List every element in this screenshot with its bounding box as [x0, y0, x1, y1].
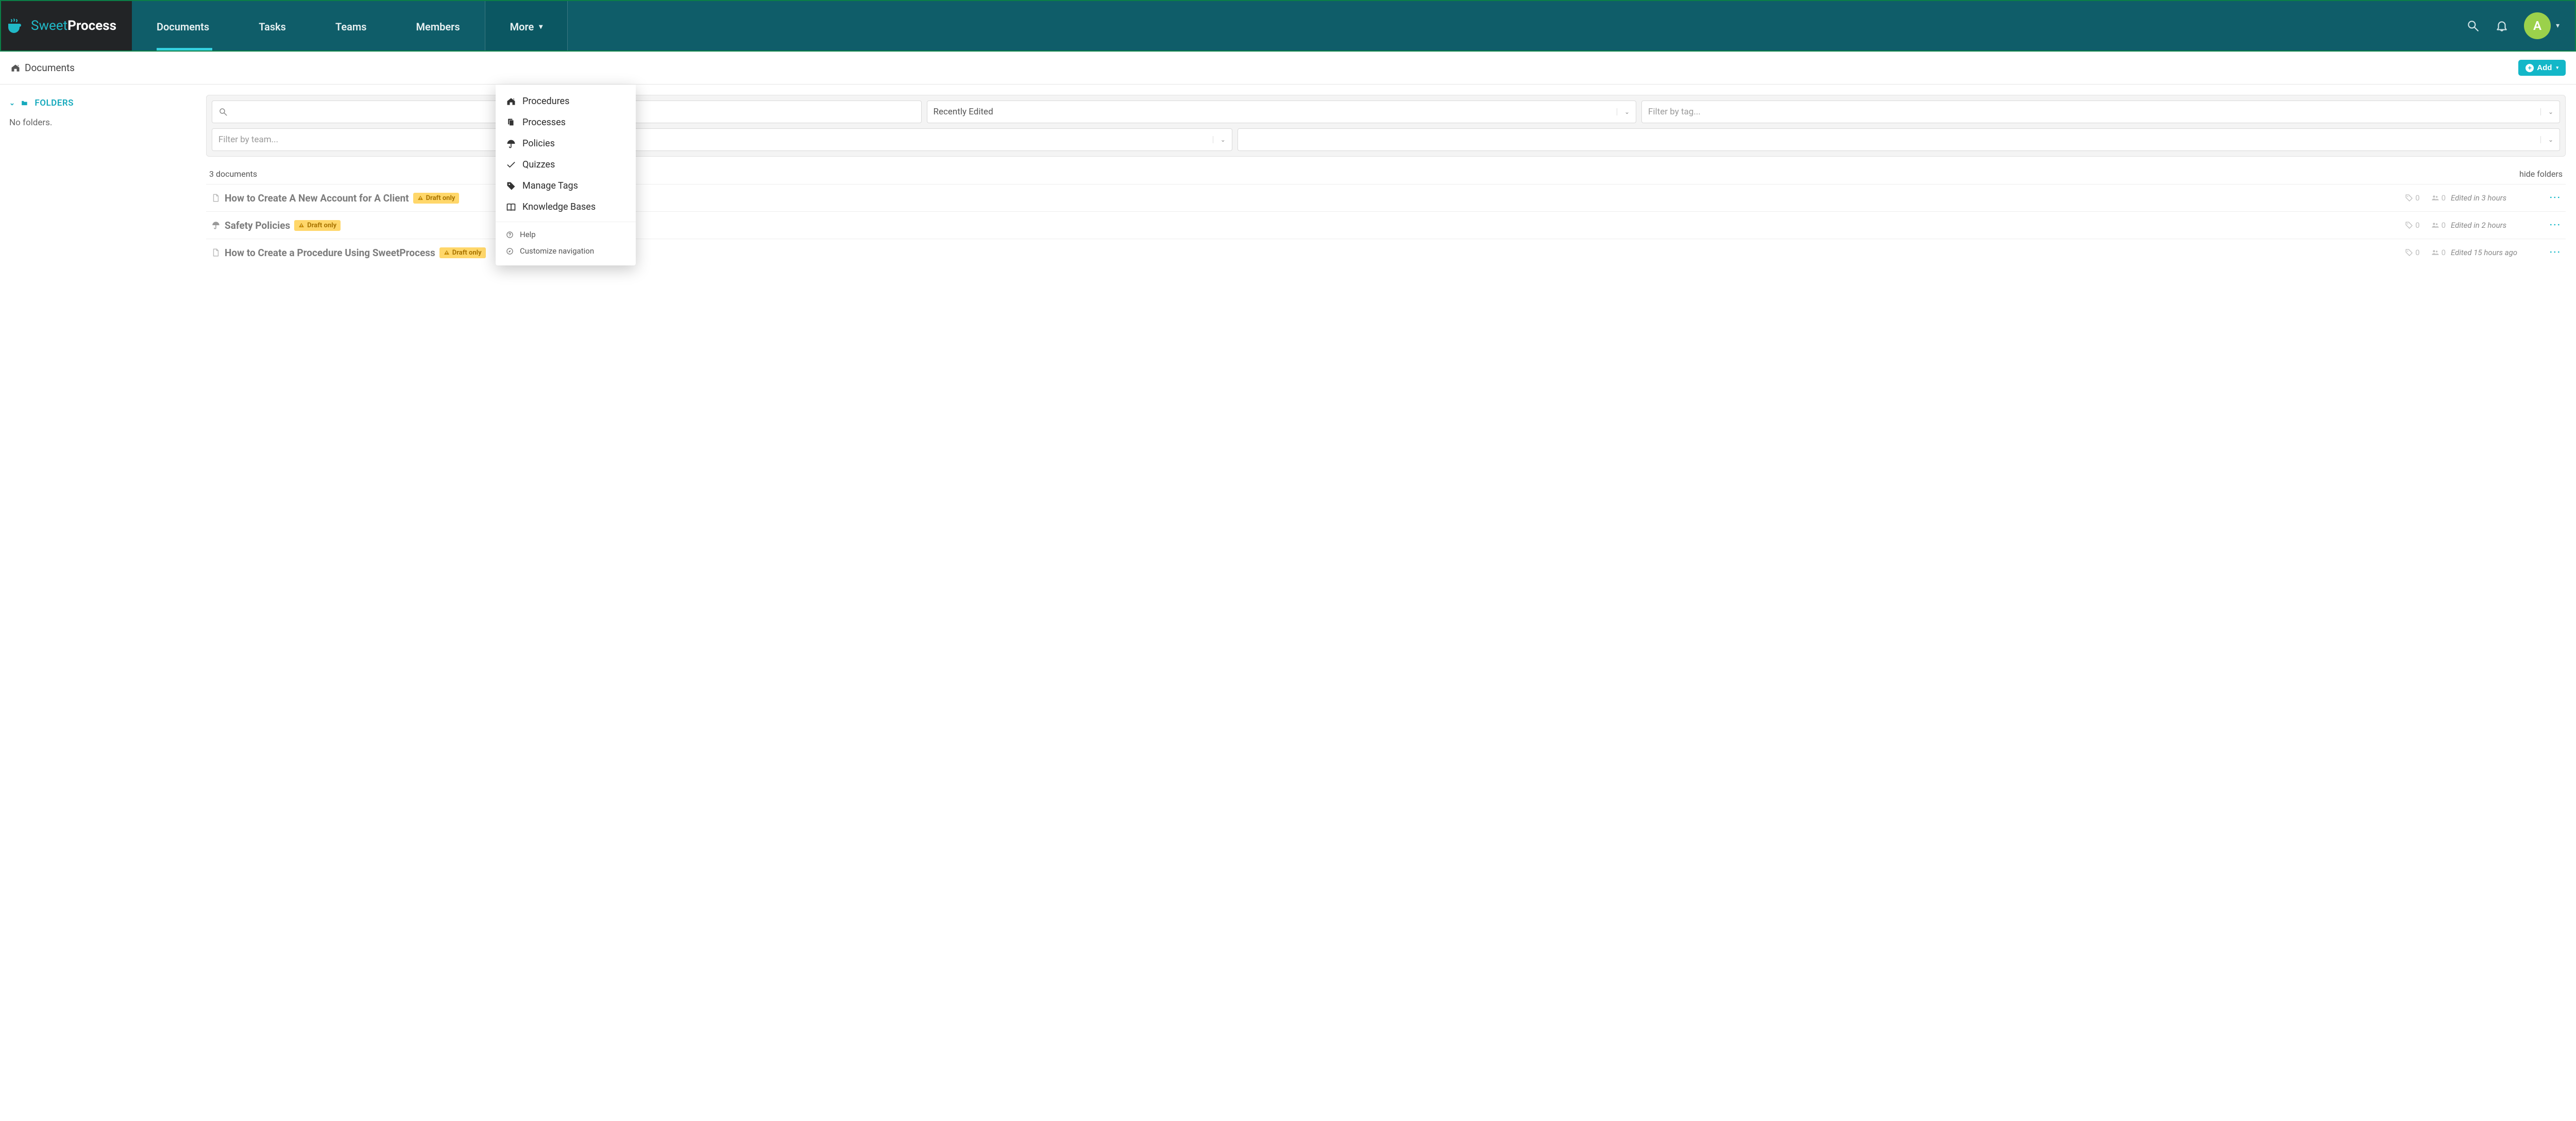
home-icon	[10, 63, 21, 73]
menu-knowledge-bases[interactable]: Knowledge Bases	[496, 196, 636, 217]
menu-processes[interactable]: Processes	[496, 112, 636, 133]
menu-quizzes[interactable]: Quizzes	[496, 154, 636, 175]
caret-down-icon: ▾	[2556, 65, 2558, 71]
check-icon	[506, 160, 516, 170]
chevron-down-icon: ⌄	[2540, 108, 2553, 115]
chevron-down-icon: ⌄	[9, 99, 15, 107]
chevron-down-icon: ⌄	[2540, 136, 2553, 143]
nav-documents[interactable]: Documents	[132, 1, 234, 51]
people-icon	[2431, 194, 2439, 202]
people-icon	[2431, 221, 2439, 229]
tag-count: 0	[2405, 248, 2419, 257]
warn-icon	[444, 249, 450, 256]
nav-links: Documents Tasks Teams Members More▾	[132, 1, 568, 51]
nav-more[interactable]: More▾	[485, 1, 568, 51]
warn-icon	[417, 195, 423, 201]
sidebar: ⌄ FOLDERS No folders.	[0, 85, 201, 287]
tag-count: 0	[2405, 193, 2419, 203]
draft-badge: Draft only	[439, 247, 486, 258]
row-actions[interactable]: ⋮	[2549, 192, 2561, 204]
row-actions[interactable]: ⋮	[2549, 219, 2561, 231]
breadcrumb-bar: Documents + Add ▾	[0, 52, 2576, 85]
menu-help[interactable]: Help	[496, 226, 636, 243]
more-dropdown: Procedures Processes Policies Quizzes Ma…	[496, 85, 636, 265]
folder-icon	[20, 99, 29, 107]
menu-procedures[interactable]: Procedures	[496, 91, 636, 112]
document-title[interactable]: Safety Policies	[225, 220, 290, 231]
team-filter-select[interactable]: Filter by team... ⌄	[212, 128, 1232, 151]
chevron-down-icon: ▾	[539, 23, 543, 51]
umbrella-icon	[506, 139, 516, 149]
row-actions[interactable]: ⋮	[2549, 246, 2561, 259]
top-nav: SweetProcess Documents Tasks Teams Membe…	[0, 0, 2576, 52]
sort-select[interactable]: Recently Edited ⌄	[927, 101, 1637, 123]
tag-icon	[2405, 248, 2413, 257]
warn-icon	[298, 222, 304, 228]
people-count: 0	[2431, 221, 2446, 230]
nav-icons: A ▾	[2466, 12, 2575, 39]
add-button[interactable]: + Add ▾	[2518, 60, 2566, 76]
people-count: 0	[2431, 193, 2446, 203]
tag-icon	[2405, 221, 2413, 229]
nav-members[interactable]: Members	[392, 1, 485, 51]
draft-badge: Draft only	[413, 193, 460, 204]
edited-time: Edited 15 hours ago	[2451, 248, 2544, 257]
logo-icon	[6, 19, 26, 33]
home-icon	[506, 96, 516, 107]
document-icon	[211, 193, 221, 203]
document-title[interactable]: How to Create A New Account for A Client	[225, 192, 409, 204]
nav-tasks[interactable]: Tasks	[234, 1, 311, 51]
book-icon	[506, 202, 516, 212]
extra-filter-select[interactable]: ⌄	[1238, 128, 2560, 151]
hide-folders-link[interactable]: hide folders	[2519, 169, 2563, 179]
menu-policies[interactable]: Policies	[496, 133, 636, 154]
compass-icon	[506, 247, 514, 255]
tag-count: 0	[2405, 221, 2419, 230]
breadcrumb-title: Documents	[25, 62, 75, 74]
logo-text: SweetProcess	[31, 18, 116, 34]
people-count: 0	[2431, 248, 2446, 257]
people-icon	[2431, 248, 2439, 257]
search-icon	[218, 107, 228, 116]
no-folders-text: No folders.	[9, 118, 192, 128]
main-content: Recently Edited ⌄ Filter by tag... ⌄ Fil…	[201, 85, 2576, 287]
plus-icon: +	[2526, 64, 2534, 72]
bell-icon[interactable]	[2495, 19, 2509, 32]
help-icon	[506, 231, 514, 239]
chevron-down-icon: ⌄	[1213, 136, 1226, 143]
document-title[interactable]: How to Create a Procedure Using SweetPro…	[225, 247, 435, 259]
chevron-down-icon: ⌄	[1617, 108, 1630, 115]
edited-time: Edited in 2 hours	[2451, 221, 2544, 230]
draft-badge: Draft only	[294, 220, 341, 231]
tag-icon	[506, 181, 516, 191]
logo[interactable]: SweetProcess	[1, 1, 132, 51]
stack-icon	[506, 118, 516, 128]
nav-teams[interactable]: Teams	[311, 1, 392, 51]
menu-manage-tags[interactable]: Manage Tags	[496, 175, 636, 196]
document-count: 3 documents	[209, 169, 257, 179]
folders-toggle[interactable]: ⌄ FOLDERS	[9, 98, 192, 108]
edited-time: Edited in 3 hours	[2451, 193, 2544, 203]
tag-filter-select[interactable]: Filter by tag... ⌄	[1641, 101, 2560, 123]
policy-icon	[211, 220, 221, 230]
tag-icon	[2405, 194, 2413, 202]
avatar[interactable]: A	[2524, 12, 2551, 39]
search-icon[interactable]	[2466, 19, 2480, 32]
menu-customize-navigation[interactable]: Customize navigation	[496, 243, 636, 259]
avatar-chevron-icon[interactable]: ▾	[2556, 22, 2560, 30]
document-icon	[211, 247, 221, 258]
